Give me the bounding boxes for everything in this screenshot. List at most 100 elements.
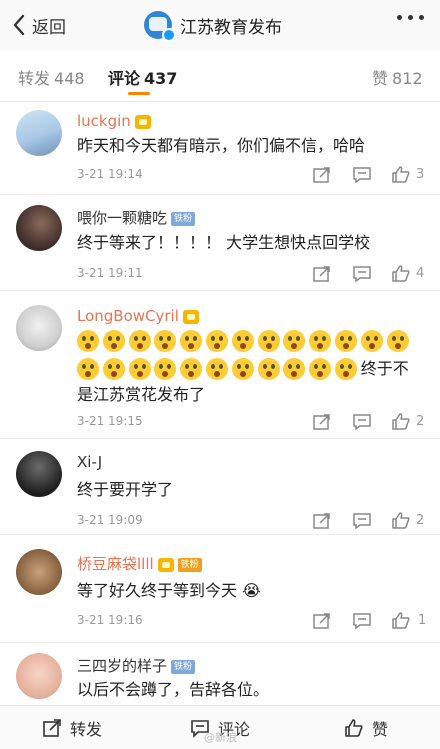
comment-item: LongBowCyril 终于不 是江苏赏花发布了 3-21 19:15 2 xyxy=(0,291,440,439)
like-button[interactable]: 赞 xyxy=(344,717,388,739)
back-button[interactable]: 返回 xyxy=(12,12,66,38)
comment-text: 等了好久终于等到今天 😭 xyxy=(77,581,261,600)
comment-text: 以后不会蹲了，告辞各位。 xyxy=(77,680,270,699)
avatar[interactable] xyxy=(16,110,62,156)
shocked-face-icon xyxy=(386,330,409,352)
comment-author[interactable]: 桥豆麻袋llll 铁粉 xyxy=(77,553,202,574)
tab-like[interactable]: 赞 812 xyxy=(372,65,423,89)
shocked-face-icon xyxy=(283,330,306,352)
comment-item: 桥豆麻袋llll 铁粉 等了好久终于等到今天 😭 3-21 19:16 1 xyxy=(0,535,440,643)
tab-bar: 转发 448 评论 437 赞 812 xyxy=(0,50,440,102)
shocked-face-icon xyxy=(309,330,332,352)
comment-item: 三四岁的样子 铁粉 以后不会蹲了，告辞各位。 xyxy=(0,643,440,705)
comment-time: 3-21 19:15 xyxy=(77,414,143,428)
shocked-face-icon xyxy=(257,330,280,352)
tab-repost-label: 转发 xyxy=(18,69,51,88)
comment-icon[interactable] xyxy=(352,512,372,530)
comment-time: 3-21 19:09 xyxy=(77,513,143,527)
comment-author[interactable]: Xi-J xyxy=(77,453,102,471)
comment-author[interactable]: luckgin xyxy=(77,112,151,130)
comment-item: Xi-J 终于要开学了 3-21 19:09 2 xyxy=(0,439,440,535)
like-count: 2 xyxy=(416,414,425,429)
shocked-face-icon xyxy=(180,330,203,352)
comment-text: 终于等来了！！！！ 大学生想快点回学校 xyxy=(77,233,371,252)
tab-comment-count: 437 xyxy=(144,69,178,88)
shocked-face-icon xyxy=(77,330,99,352)
shocked-face-icon xyxy=(309,358,332,380)
thumb-up-icon[interactable] xyxy=(391,412,411,430)
tab-comment-label: 评论 xyxy=(108,69,141,88)
shocked-face-icon xyxy=(334,330,357,352)
shocked-face-icon xyxy=(154,358,177,380)
like-count: 3 xyxy=(416,167,425,182)
shocked-face-icon xyxy=(283,358,306,380)
share-icon[interactable] xyxy=(312,413,332,431)
fan-badge: 铁粉 xyxy=(171,659,196,674)
shocked-face-icon xyxy=(231,330,254,352)
fan-badge: 铁粉 xyxy=(177,557,202,572)
comment-icon[interactable] xyxy=(352,166,372,184)
comment-time: 3-21 19:16 xyxy=(77,613,143,627)
shocked-face-icon xyxy=(154,330,177,352)
comment-author[interactable]: 喂你一颗糖吃 铁粉 xyxy=(77,207,196,228)
comment-icon[interactable] xyxy=(352,612,372,630)
thumb-up-icon[interactable] xyxy=(391,511,411,529)
shocked-face-icon xyxy=(180,358,203,380)
shocked-face-icon xyxy=(231,358,254,380)
comment-text-line2: 是江苏赏花发布了 xyxy=(77,385,206,404)
top-bar: 返回 江苏教育发布 xyxy=(0,0,440,50)
repost-button[interactable]: 转发 xyxy=(42,717,102,739)
shocked-face-icon xyxy=(205,330,228,352)
thumb-up-icon xyxy=(345,719,363,737)
watermark: @新浪 xyxy=(204,731,237,744)
account-title[interactable]: 江苏教育发布 xyxy=(144,10,282,42)
comment-item: 喂你一颗糖吃 铁粉 终于等来了！！！！ 大学生想快点回学校 3-21 19:11 … xyxy=(0,195,440,291)
more-dots-icon[interactable] xyxy=(397,15,424,20)
repost-label: 转发 xyxy=(70,720,103,739)
avatar[interactable] xyxy=(16,549,62,595)
like-count: 4 xyxy=(416,266,425,281)
shocked-face-icon xyxy=(102,358,125,380)
like-label: 赞 xyxy=(372,720,389,739)
shocked-face-icon xyxy=(128,330,151,352)
shocked-face-icon xyxy=(77,358,99,380)
shocked-face-icon xyxy=(102,330,125,352)
active-tab-indicator xyxy=(128,92,150,95)
share-icon[interactable] xyxy=(312,612,332,630)
page-title: 江苏教育发布 xyxy=(180,17,282,38)
account-logo xyxy=(144,11,176,42)
shocked-face-icon xyxy=(360,330,383,352)
share-icon[interactable] xyxy=(312,265,332,283)
comment-icon[interactable] xyxy=(352,413,372,431)
comment-icon[interactable] xyxy=(352,265,372,283)
share-icon[interactable] xyxy=(312,512,332,530)
tab-repost[interactable]: 转发 448 xyxy=(18,65,85,89)
like-count: 1 xyxy=(418,613,427,628)
tab-like-label: 赞 xyxy=(372,69,389,88)
comment-author[interactable]: LongBowCyril xyxy=(77,307,199,325)
vip-crown-icon xyxy=(182,309,199,324)
comment-item: luckgin 昨天和今天都有暗示，你们偏不信，哈哈 3-21 19:14 3 xyxy=(0,103,440,195)
back-label: 返回 xyxy=(32,17,66,38)
shocked-face-icon xyxy=(257,358,280,380)
comment-text: 终于不 是江苏赏花发布了 xyxy=(77,330,422,408)
comment-text: 昨天和今天都有暗示，你们偏不信，哈哈 xyxy=(77,136,366,155)
comment-text: 终于要开学了 xyxy=(77,480,174,499)
thumb-up-icon[interactable] xyxy=(391,264,411,282)
comment-author[interactable]: 三四岁的样子 铁粉 xyxy=(77,655,196,676)
tab-repost-count: 448 xyxy=(54,69,85,88)
avatar[interactable] xyxy=(16,451,62,497)
shocked-face-icon xyxy=(334,358,357,380)
tab-like-count: 812 xyxy=(392,69,423,88)
share-icon[interactable] xyxy=(312,166,332,184)
avatar[interactable] xyxy=(16,653,62,699)
thumb-up-icon[interactable] xyxy=(391,165,411,183)
avatar[interactable] xyxy=(16,205,62,251)
vip-crown-icon xyxy=(134,114,151,129)
chevron-left-icon xyxy=(13,14,25,36)
share-icon xyxy=(43,719,61,737)
tab-comment[interactable]: 评论 437 xyxy=(108,65,177,89)
thumb-up-icon[interactable] xyxy=(391,611,411,629)
comment-time: 3-21 19:11 xyxy=(77,266,143,280)
avatar[interactable] xyxy=(16,305,62,351)
